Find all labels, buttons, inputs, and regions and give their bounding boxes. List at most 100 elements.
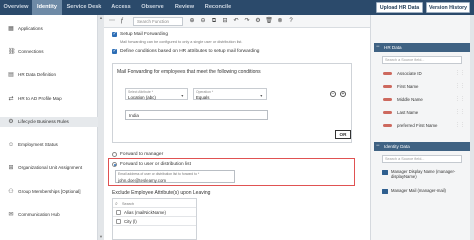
- setup-mail-forwarding-label: Setup Mail Forwarding: [120, 32, 168, 37]
- select-attribute-label: Select Attribute *: [128, 89, 154, 94]
- sidebar-item-label: Connections: [18, 49, 44, 54]
- help-icon[interactable]: ?: [287, 17, 295, 26]
- hr-field-label: Middle Name: [397, 97, 423, 102]
- version-history-button[interactable]: Version History: [426, 2, 470, 13]
- upload-hr-data-button[interactable]: Upload HR Data: [376, 2, 423, 13]
- ellipsis-icon[interactable]: ⋯: [108, 17, 116, 26]
- email-field[interactable]: Email address of user or distribution li…: [115, 170, 235, 183]
- select-attribute-value: Location (abc): [128, 94, 156, 100]
- sidebar-item-label: Group Memberships [Optional]: [18, 189, 81, 194]
- hr-source-search-input[interactable]: Search a Source field...: [382, 56, 462, 64]
- attribute-icon: [383, 124, 392, 127]
- org-icon: ⊞: [8, 165, 14, 171]
- add-icon[interactable]: ⊕: [188, 17, 196, 26]
- hr-field-first-name[interactable]: First Name ⋮⋮: [382, 82, 467, 91]
- hr-field-label: Last Name: [397, 110, 419, 115]
- hr-field-associate-id[interactable]: Associate ID ⋮⋮: [382, 69, 467, 78]
- close-icon[interactable]: ⊗: [276, 17, 284, 26]
- drag-handle-icon[interactable]: ⋮⋮: [455, 121, 465, 130]
- sidebar-item-label: HR to AD Profile Map: [18, 96, 62, 101]
- sidebar-item-applications[interactable]: ▦ Applications: [0, 24, 98, 34]
- group-icon: ⚇: [8, 189, 14, 195]
- collapse-icon[interactable]: −: [376, 142, 380, 151]
- exclude-item-label: Alias (mailNickName): [124, 210, 166, 215]
- search-function-input[interactable]: Search Function: [133, 17, 183, 26]
- tab-reconcile[interactable]: Reconcile: [200, 0, 236, 15]
- sidebar-item-group-memberships[interactable]: ⚇ Group Memberships [Optional]: [0, 187, 98, 197]
- right-panel-scrollbar[interactable]: [470, 15, 474, 240]
- hr-data-title: HR Data: [384, 45, 402, 50]
- setup-mail-forwarding-checkbox[interactable]: [112, 31, 117, 37]
- tab-identity[interactable]: Identity: [32, 0, 62, 15]
- email-field-value: john.doe@tesleamy.com: [118, 177, 167, 183]
- hr-field-middle-name[interactable]: Middle Name ⋮⋮: [382, 95, 467, 104]
- identity-source-search-input[interactable]: Search a Source field...: [382, 155, 462, 163]
- remove-icon[interactable]: ⊖: [199, 17, 207, 26]
- function-icon[interactable]: ƒ: [118, 17, 126, 26]
- sidebar-item-employment-status[interactable]: ☺ Employment Status: [0, 140, 98, 150]
- sidebar-item-label: Employment Status: [18, 142, 58, 147]
- search-icon: ⌕: [115, 200, 118, 207]
- exclude-item-checkbox[interactable]: [116, 219, 121, 224]
- undo-icon[interactable]: ↶: [232, 17, 240, 26]
- condition-value-input[interactable]: India: [125, 110, 268, 120]
- tab-service-desk[interactable]: Service Desk: [62, 0, 106, 15]
- identity-field-manager-mail[interactable]: Manager Mail (manager-mail): [382, 188, 470, 194]
- chevron-down-icon: ▼: [180, 94, 184, 98]
- condition-value-text: India: [129, 113, 139, 118]
- remove-condition-icon[interactable]: −: [330, 91, 336, 97]
- drag-handle-icon[interactable]: ⋮⋮: [455, 108, 465, 117]
- map-icon: ⇄: [8, 96, 14, 102]
- sidebar-item-label: Lifecycle Business Rules: [18, 119, 69, 124]
- or-button[interactable]: OR: [335, 130, 351, 139]
- exclude-search-input[interactable]: Search: [122, 202, 134, 206]
- hr-field-label: preferred First Name: [397, 123, 438, 128]
- tab-overview[interactable]: Overview: [0, 0, 32, 15]
- attribute-icon: [382, 189, 388, 194]
- attribute-icon: [383, 98, 392, 101]
- tab-access[interactable]: Access: [106, 0, 136, 15]
- sidebar-item-connections[interactable]: ⛓ Connections: [0, 47, 98, 57]
- identity-field-manager-display-name[interactable]: Manager Display Name (manager-displayNam…: [382, 169, 470, 179]
- exclude-attributes-title: Exclude Employee Attribute(s) upon Leavi…: [112, 190, 211, 196]
- forward-to-user-radio[interactable]: [112, 162, 117, 167]
- person-icon: ☺: [8, 142, 15, 148]
- drag-handle-icon[interactable]: ⋮⋮: [455, 69, 465, 78]
- operation-value: Equals: [196, 94, 210, 100]
- identity-field-label: Manager Display Name (manager-displayNam…: [391, 169, 456, 179]
- hr-field-label: First Name: [397, 84, 419, 89]
- sidebar-item-hr-to-ad-profile-map[interactable]: ⇄ HR to AD Profile Map: [0, 94, 98, 104]
- operation-dropdown[interactable]: Operation * Equals ▼: [193, 88, 267, 100]
- collapse-icon[interactable]: −: [376, 43, 380, 52]
- select-attribute-dropdown[interactable]: Select Attribute * Location (abc) ▼: [125, 88, 188, 100]
- collapse-icon[interactable]: ⊟: [221, 17, 229, 26]
- drag-handle-icon[interactable]: ⋮⋮: [455, 95, 465, 104]
- add-condition-icon[interactable]: +: [340, 91, 346, 97]
- hr-field-last-name[interactable]: Last Name ⋮⋮: [382, 108, 467, 117]
- exclude-item-checkbox[interactable]: [116, 210, 121, 215]
- tab-observe[interactable]: Observe: [136, 0, 169, 15]
- list-item[interactable]: Alias (mailNickName): [113, 208, 196, 217]
- drag-handle-icon[interactable]: ⋮⋮: [455, 82, 465, 91]
- sidebar-item-communication-hub[interactable]: ✉ Communication Hub: [0, 210, 98, 220]
- forward-to-manager-radio[interactable]: [112, 152, 117, 157]
- sidebar-item-lifecycle-business-rules[interactable]: ⚙ Lifecycle Business Rules: [0, 117, 98, 127]
- identity-data-title: Identity Data: [384, 144, 410, 149]
- right-panel: − HR Data Search a Source field... Assoc…: [370, 15, 474, 240]
- exclude-search-row[interactable]: Search ⌕: [113, 199, 196, 208]
- delete-icon[interactable]: 🗑: [265, 17, 273, 26]
- sidebar-item-hr-data-definition[interactable]: ▤ HR Data Definition: [0, 70, 98, 80]
- email-field-label: Email address of user or distribution li…: [118, 171, 200, 176]
- hr-data-header[interactable]: − HR Data: [374, 43, 472, 52]
- sidebar-item-label: Communication Hub: [18, 212, 60, 217]
- tab-review[interactable]: Review: [169, 0, 200, 15]
- attribute-icon: [383, 85, 392, 88]
- identity-data-header[interactable]: − Identity Data: [374, 142, 472, 151]
- sidebar-item-organizational-unit-assignment[interactable]: ⊞ Organizational Unit Assignment: [0, 163, 98, 173]
- list-item[interactable]: City (l): [113, 217, 196, 226]
- redo-icon[interactable]: ↷: [243, 17, 251, 26]
- hr-field-preferred-first-name[interactable]: preferred First Name ⋮⋮: [382, 121, 467, 130]
- settings-icon[interactable]: ⚙: [254, 17, 262, 26]
- define-conditions-checkbox[interactable]: [112, 48, 117, 54]
- copy-icon[interactable]: ⧉: [210, 17, 218, 26]
